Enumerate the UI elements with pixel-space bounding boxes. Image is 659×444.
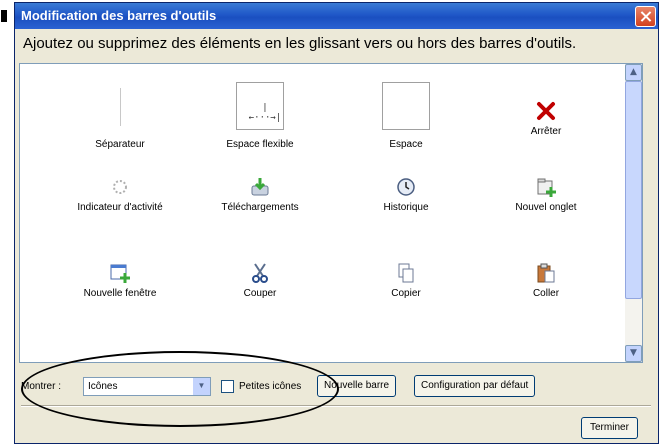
done-button[interactable]: Terminer — [581, 417, 638, 439]
new-toolbar-button[interactable]: Nouvelle barre — [317, 375, 397, 397]
copy-icon — [395, 262, 417, 284]
activity-indicator-icon — [109, 176, 131, 198]
palette-item-history[interactable]: Historique — [336, 176, 476, 213]
separator-icon — [119, 88, 121, 126]
palette-item-label: Séparateur — [95, 139, 145, 150]
palette-item-new-tab[interactable]: Nouvel onglet — [476, 176, 616, 213]
close-button[interactable] — [635, 6, 656, 27]
background-window-mark — [1, 10, 7, 22]
customize-toolbar-dialog: Modification des barres d'outils Ajoutez… — [14, 2, 659, 444]
scroll-down-button[interactable]: ▼ — [625, 345, 642, 362]
show-mode-select[interactable]: Icônes ▼ — [83, 377, 211, 396]
cut-icon — [249, 262, 271, 284]
show-mode-value: Icônes — [88, 381, 118, 392]
scroll-thumb[interactable] — [625, 81, 642, 299]
restore-default-button[interactable]: Configuration par défaut — [414, 375, 536, 397]
new-tab-icon — [535, 176, 557, 198]
palette-item-label: Arrêter — [530, 126, 562, 137]
space-icon — [382, 82, 430, 130]
title-bar: Modification des barres d'outils — [15, 3, 658, 29]
divider — [21, 405, 651, 407]
chevron-down-icon[interactable]: ▼ — [193, 378, 210, 395]
palette-item-cut[interactable]: Couper — [190, 262, 330, 299]
toolbar-item-palette: Séparateur |←···→| Espace flexible Espac… — [19, 63, 643, 363]
new-window-icon — [109, 262, 131, 284]
palette-item-label: Indicateur d'activité — [77, 202, 163, 213]
palette-item-label: Espace flexible — [226, 139, 294, 150]
toolbar-options-row: Montrer : Icônes ▼ Petites icônes Nouvel… — [21, 375, 651, 399]
palette-item-space[interactable]: Espace — [336, 82, 476, 150]
instructions-text: Ajoutez ou supprimez des éléments en les… — [23, 35, 577, 52]
palette-scrollbar[interactable]: ▲ ▼ — [625, 64, 642, 362]
small-icons-checkbox[interactable] — [221, 380, 234, 393]
scroll-up-button[interactable]: ▲ — [625, 64, 642, 81]
flexible-space-icon: |←···→| — [236, 82, 284, 130]
palette-item-label: Couper — [243, 288, 277, 299]
palette-item-label: Nouvelle fenêtre — [83, 288, 157, 299]
palette-item-new-window[interactable]: Nouvelle fenêtre — [50, 262, 190, 299]
palette-item-activity-indicator[interactable]: Indicateur d'activité — [50, 176, 190, 213]
palette-item-label: Coller — [532, 288, 560, 299]
small-icons-label: Petites icônes — [239, 381, 302, 392]
palette-item-copy[interactable]: Copier — [336, 262, 476, 299]
palette-item-label: Espace — [389, 139, 423, 150]
history-icon — [395, 176, 417, 198]
palette-item-label: Téléchargements — [221, 202, 299, 213]
palette-item-label: Copier — [391, 288, 421, 299]
background-window-edge — [0, 0, 14, 444]
palette-item-downloads[interactable]: Téléchargements — [190, 176, 330, 213]
window-title: Modification des barres d'outils — [21, 8, 217, 23]
palette-item-flexible-space[interactable]: |←···→| Espace flexible — [190, 82, 330, 150]
palette-item-label: Historique — [383, 202, 429, 213]
show-label: Montrer : — [21, 381, 62, 392]
paste-icon — [535, 262, 557, 284]
downloads-icon — [249, 176, 271, 198]
palette-item-label: Nouvel onglet — [515, 202, 577, 213]
palette-item-separator[interactable]: Séparateur — [50, 88, 190, 150]
palette-item-stop[interactable]: Arrêter — [476, 100, 616, 137]
stop-icon — [535, 100, 557, 122]
palette-item-paste[interactable]: Coller — [476, 262, 616, 299]
